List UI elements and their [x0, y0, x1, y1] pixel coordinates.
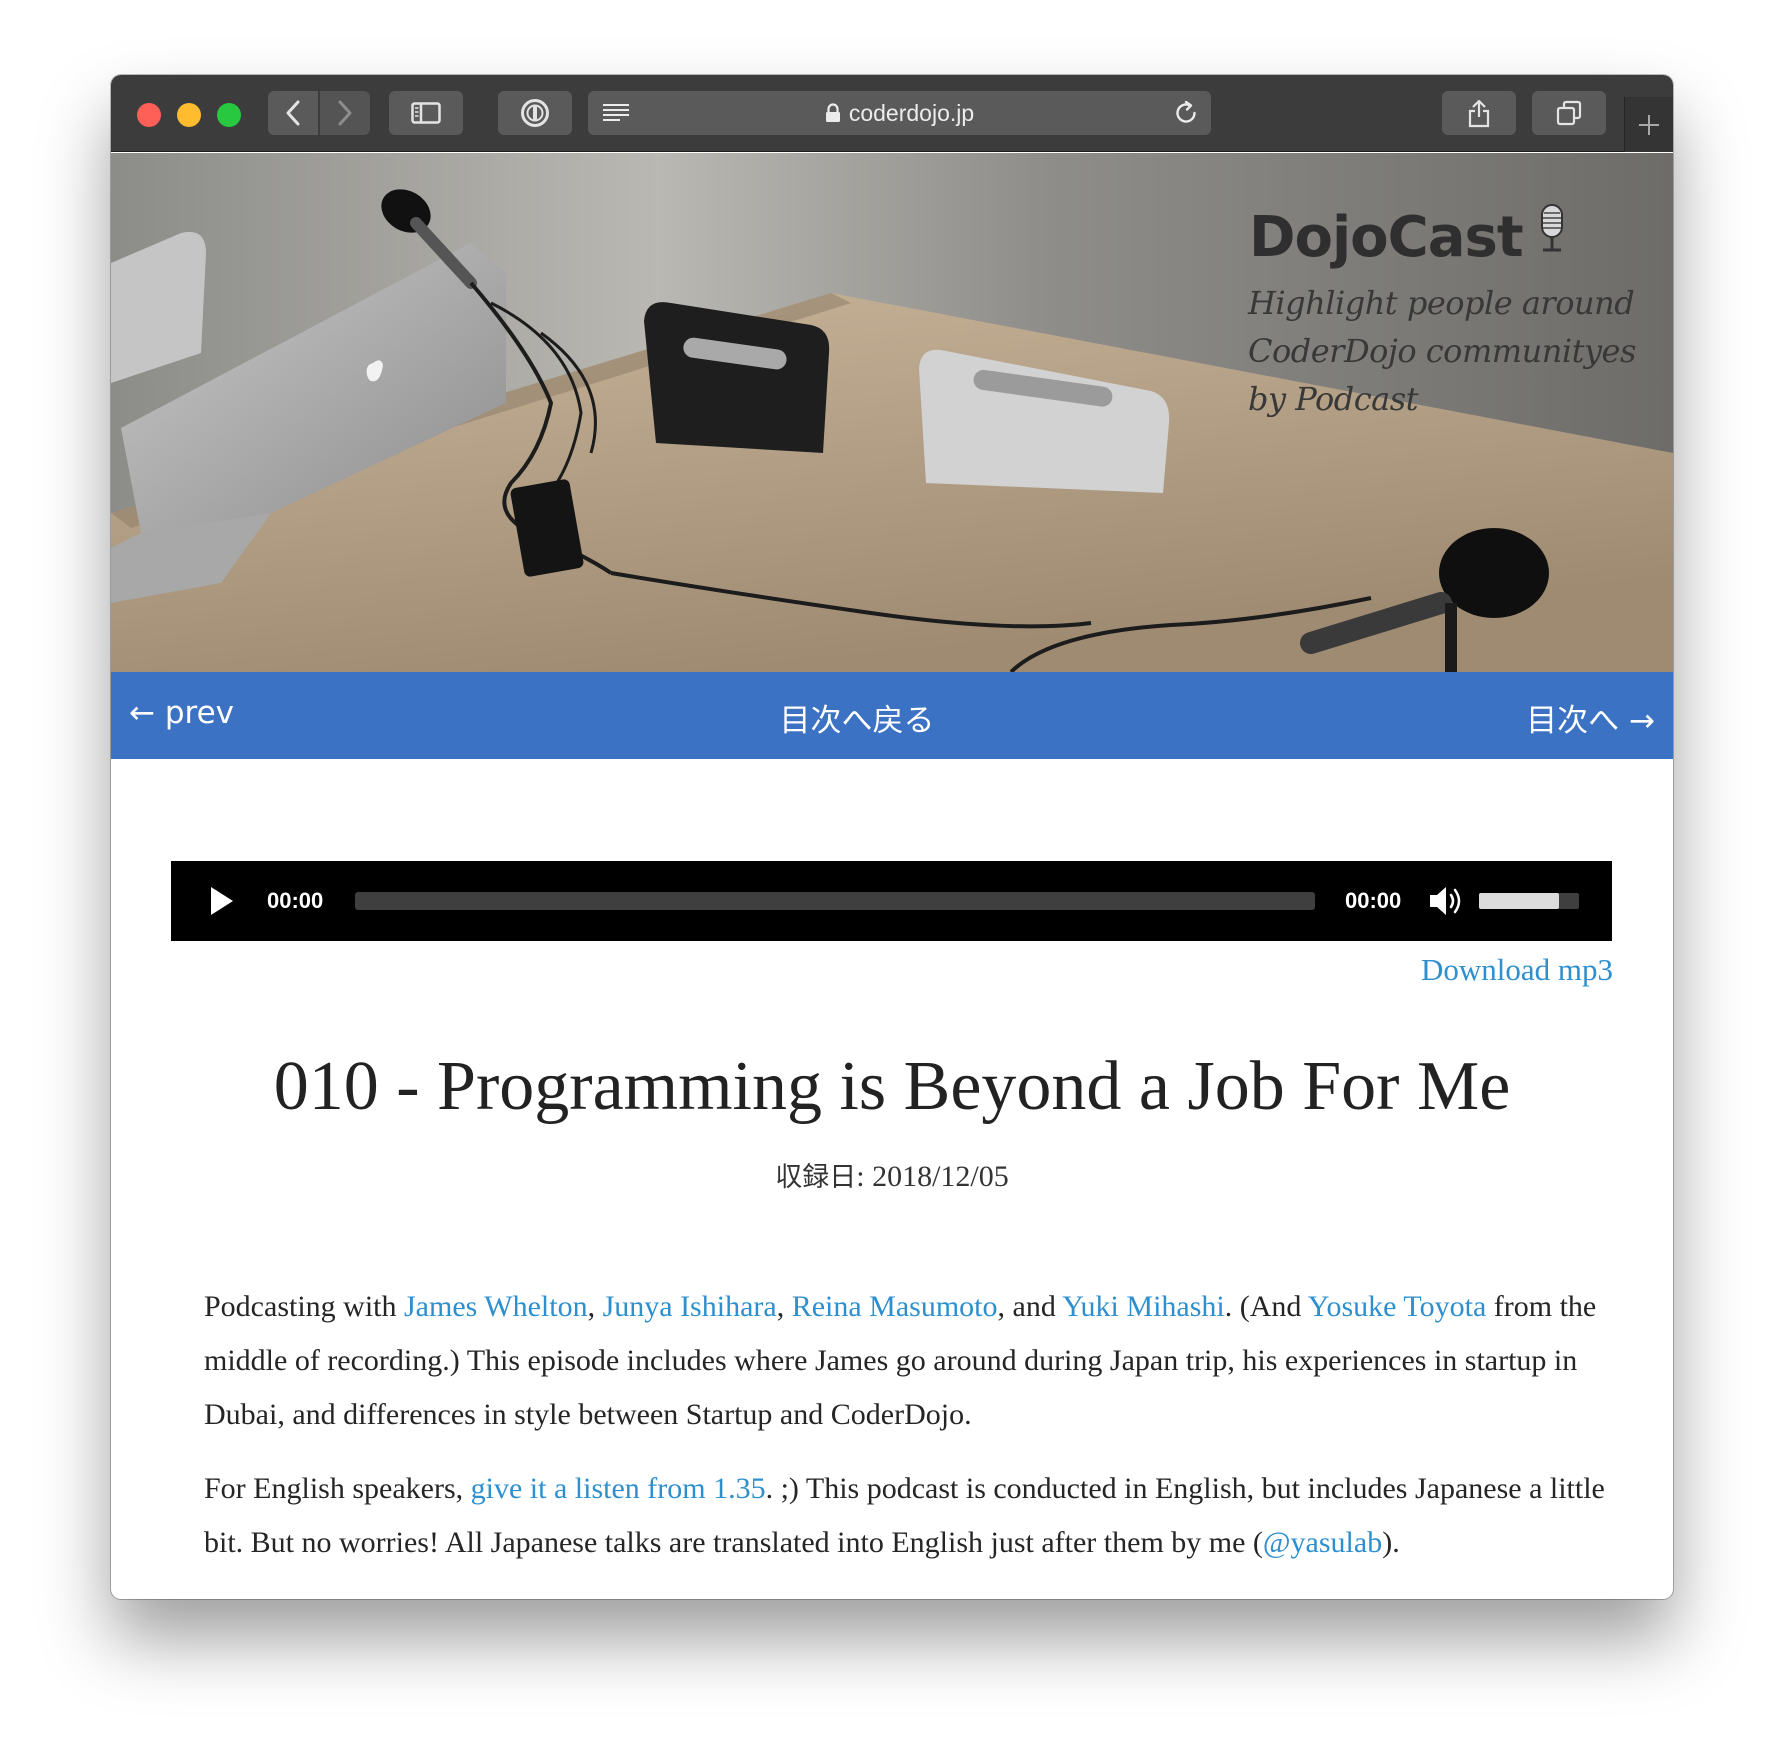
sidebar-icon	[411, 102, 441, 124]
paragraph: Podcasting with James Whelton, Junya Ish…	[204, 1280, 1624, 1442]
tagline-line: by Podcast	[1248, 380, 1419, 418]
hero-banner: DojoCast Highlight people around CoderDo…	[111, 153, 1673, 672]
total-duration: 00:00	[1345, 888, 1402, 913]
episode-description: Podcasting with James Whelton, Junya Ish…	[204, 1280, 1624, 1590]
episode-nav-bar: ← prev 目次へ戻る 目次へ →	[111, 672, 1673, 759]
browser-window: coderdojo.jp DojoCast Highlight people a…	[111, 75, 1673, 1599]
yasulab-link[interactable]: @yasulab	[1263, 1526, 1382, 1559]
tagline-line: Highlight people around	[1248, 284, 1635, 322]
volume-icon[interactable]	[1427, 883, 1463, 919]
text: For English speakers,	[204, 1472, 471, 1505]
episode-title: 010 - Programming is Beyond a Job For Me	[273, 1048, 1511, 1125]
date-value: : 2018/12/05	[856, 1160, 1009, 1193]
back-to-toc-link[interactable]: 目次へ戻る	[780, 703, 935, 739]
download-mp3-link[interactable]: Download mp3	[1421, 952, 1613, 988]
tab-overview-icon	[1556, 100, 1582, 126]
chevron-left-icon	[286, 100, 300, 126]
back-button[interactable]	[268, 91, 318, 135]
close-window-button[interactable]	[137, 103, 161, 127]
share-button[interactable]	[1442, 91, 1516, 135]
share-icon	[1468, 99, 1490, 128]
url-display[interactable]: coderdojo.jp	[588, 91, 1211, 135]
zoom-window-button[interactable]	[217, 103, 241, 127]
new-tab-button[interactable]	[1624, 97, 1673, 152]
audio-player: 00:00 00:00	[171, 861, 1612, 941]
paragraph: For English speakers, give it a listen f…	[204, 1462, 1624, 1570]
text: , and	[997, 1290, 1063, 1323]
password-manager-icon	[521, 99, 549, 127]
address-bar[interactable]: coderdojo.jp	[588, 91, 1211, 135]
guest-link-yosuke-toyota[interactable]: Yosuke Toyota	[1308, 1290, 1487, 1323]
next-episode-link[interactable]: 目次へ →	[1526, 695, 1655, 740]
current-time: 00:00	[267, 888, 324, 913]
plus-icon	[1639, 114, 1659, 135]
text: ,	[776, 1290, 792, 1323]
brand-tagline: Highlight people around CoderDojo commun…	[1248, 279, 1668, 423]
reload-icon[interactable]	[1173, 100, 1199, 126]
url-text: coderdojo.jp	[848, 99, 975, 126]
browser-toolbar: coderdojo.jp	[111, 75, 1673, 152]
lock-icon	[825, 103, 840, 122]
listen-from-timestamp-link[interactable]: give it a listen from 1.35	[471, 1472, 766, 1505]
guest-link-yuki-mihashi[interactable]: Yuki Mihashi	[1062, 1290, 1225, 1323]
brand-title: DojoCast	[1249, 205, 1524, 270]
forward-button[interactable]	[320, 91, 370, 135]
tab-overview-button[interactable]	[1532, 91, 1606, 135]
password-manager-button[interactable]	[498, 91, 572, 135]
text: ).	[1382, 1526, 1400, 1559]
guest-link-reina-masumoto[interactable]: Reina Masumoto	[792, 1290, 998, 1323]
date-label: 収録日	[775, 1162, 857, 1193]
volume-level	[1479, 893, 1559, 909]
volume-slider[interactable]	[1479, 893, 1579, 909]
toc-link: 目次へ戻る	[111, 695, 1673, 740]
text: . (And	[1224, 1290, 1308, 1323]
text: Podcasting with	[204, 1290, 404, 1323]
tagline-line: CoderDojo communityes	[1248, 332, 1636, 370]
chevron-right-icon	[338, 100, 352, 126]
text: ,	[587, 1290, 603, 1323]
minimize-window-button[interactable]	[177, 103, 201, 127]
guest-link-james-whelton[interactable]: James Whelton	[404, 1290, 588, 1323]
recording-date: 収録日: 2018/12/05	[111, 1155, 1673, 1194]
play-icon[interactable]	[209, 885, 235, 917]
seek-slider[interactable]	[355, 892, 1315, 910]
guest-link-junya-ishihara[interactable]: Junya Ishihara	[603, 1290, 777, 1323]
microphone-icon	[1541, 204, 1563, 252]
sidebar-toggle-button[interactable]	[389, 91, 463, 135]
